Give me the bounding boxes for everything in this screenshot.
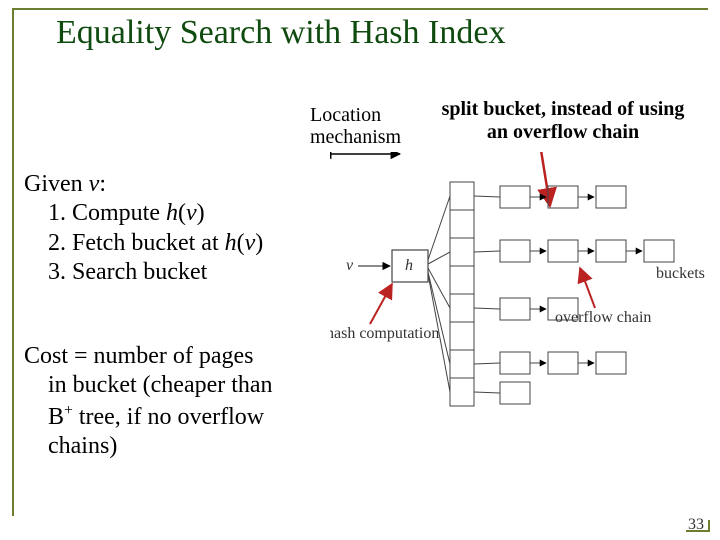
- cost-line2: in bucket (cheaper than: [24, 371, 324, 400]
- split-bucket-note: split bucket, instead of using an overfl…: [438, 98, 688, 144]
- hash-index-diagram: v h hash computation: [330, 152, 710, 442]
- step-1: 1. Compute h(v): [24, 199, 324, 228]
- slide-number: 33: [688, 516, 704, 534]
- cost-paragraph: Cost = number of pages in bucket (cheape…: [24, 342, 324, 461]
- directory-column: [450, 182, 474, 406]
- diagram-buckets-label: buckets: [656, 265, 705, 282]
- step-3: 3. Search bucket: [24, 258, 324, 287]
- step-2: 2. Fetch bucket at h(v): [24, 229, 324, 258]
- cost-line3: B+ tree, if no overflow: [24, 401, 324, 432]
- diagram-hashcomp-label: hash computation: [330, 325, 439, 342]
- cost-line1: Cost = number of pages: [24, 342, 324, 371]
- loc-mech-line1: Location: [310, 104, 401, 126]
- location-mechanism-label: Location mechanism: [310, 104, 401, 148]
- diagram-h: h: [405, 257, 413, 274]
- cost-line4: chains): [24, 432, 324, 461]
- algorithm-steps: Given v: 1. Compute h(v) 2. Fetch bucket…: [24, 170, 324, 287]
- page-title: Equality Search with Hash Index: [52, 14, 509, 52]
- given-line: Given v:: [24, 170, 324, 199]
- diagram-overflow-label: overflow chain: [555, 309, 651, 326]
- diagram-v: v: [346, 257, 354, 274]
- loc-mech-line2: mechanism: [310, 126, 401, 148]
